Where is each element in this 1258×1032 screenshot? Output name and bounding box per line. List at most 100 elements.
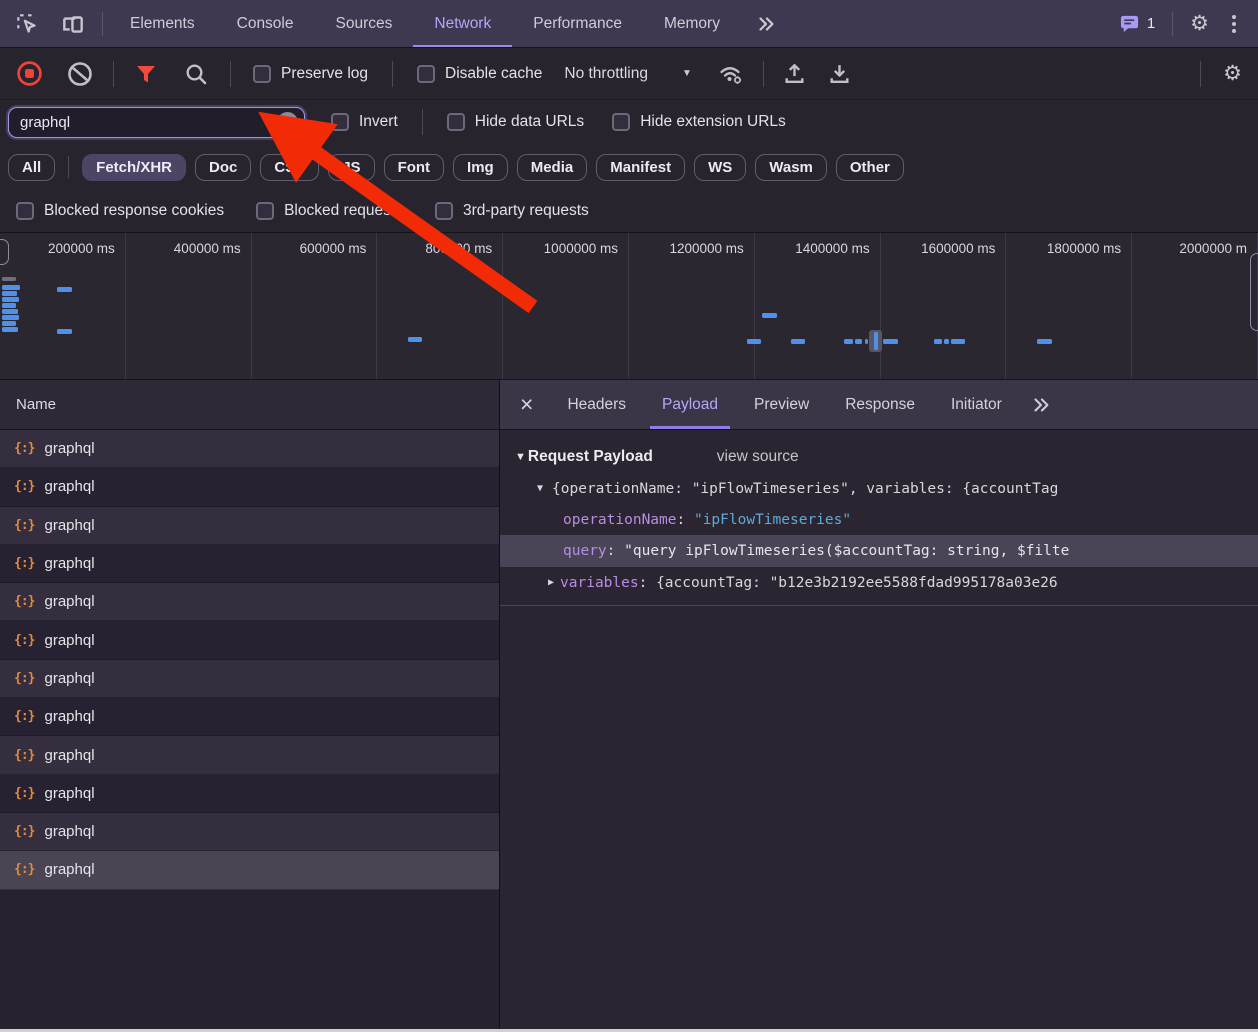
network-conditions-wifi-icon[interactable] [718,62,745,86]
request-row[interactable]: {:}graphql [0,660,499,698]
checkbox[interactable] [417,65,435,83]
request-rows: {:}graphql{:}graphql{:}graphql{:}graphql… [0,430,499,890]
payload-summary-row[interactable]: ▼ {operationName: "ipFlowTimeseries", va… [500,473,1258,504]
network-activity-bar [865,339,868,344]
detail-tab-payload[interactable]: Payload [644,380,736,429]
request-row[interactable]: {:}graphql [0,813,499,851]
hide-extension-urls-checkbox[interactable]: Hide extension URLs [612,113,786,131]
record-stop-icon[interactable] [16,60,43,87]
throttling-dropdown[interactable]: No throttling ▼ [564,65,691,83]
filter-chip-wasm[interactable]: Wasm [755,154,827,181]
detail-tab-headers[interactable]: Headers [549,380,644,429]
request-payload-section[interactable]: ▼ Request Payload view source [500,440,1258,473]
timeline-left-handle[interactable] [0,239,9,265]
more-detail-tabs-button[interactable] [1020,380,1062,429]
operation-name-row[interactable]: operationName: "ipFlowTimeseries" [500,504,1258,535]
device-toolbar-icon[interactable] [60,11,86,37]
triangle-down-icon[interactable]: ▼ [515,451,526,463]
third-party-requests-checkbox[interactable]: 3rd-party requests [435,202,589,220]
tab-network[interactable]: Network [413,0,512,47]
filter-chip-fetch-xhr[interactable]: Fetch/XHR [82,154,186,181]
filter-chip-css[interactable]: CSS [260,154,319,181]
json-request-icon: {:} [14,441,34,456]
section-title: Request Payload [528,448,653,466]
query-row-selected[interactable]: query: "query ipFlowTimeseries($accountT… [500,535,1258,567]
filter-chip-js[interactable]: JS [328,154,374,181]
tab-console[interactable]: Console [216,0,315,47]
request-row[interactable]: {:}graphql [0,583,499,621]
issues-counter[interactable]: 1 [1119,14,1155,34]
detail-tab-response[interactable]: Response [827,380,933,429]
resource-type-filters: All Fetch/XHR Doc CSS JS Font Img Media Manifest… [0,144,1258,190]
checkbox[interactable] [16,202,34,220]
inspect-element-icon[interactable] [14,11,40,37]
detail-tabs: HeadersPayloadPreviewResponseInitiator [549,380,1019,429]
tab-sources[interactable]: Sources [315,0,414,47]
funnel-filter-icon[interactable] [134,62,158,86]
clear-filter-icon[interactable]: × [277,112,298,133]
request-row[interactable]: {:}graphql [0,775,499,813]
blocked-requests-checkbox[interactable]: Blocked requests [256,202,403,220]
settings-gear-icon[interactable]: ⚙ [1190,13,1209,34]
import-har-upload-icon[interactable] [782,61,807,86]
request-name: graphql [44,785,94,802]
network-overview-timeline[interactable]: 200000 ms400000 ms600000 ms800000 ms1000… [0,232,1258,380]
detail-tab-preview[interactable]: Preview [736,380,827,429]
checkbox[interactable] [331,113,349,131]
request-row[interactable]: {:}graphql [0,468,499,506]
detail-tab-initiator[interactable]: Initiator [933,380,1020,429]
filter-chip-manifest[interactable]: Manifest [596,154,685,181]
name-column-label: Name [16,396,56,413]
request-row[interactable]: {:}graphql [0,507,499,545]
checkbox[interactable] [612,113,630,131]
triangle-right-icon[interactable]: ▶ [548,577,554,588]
name-column-header[interactable]: Name [0,380,499,430]
request-row[interactable]: {:}graphql [0,430,499,468]
filter-chip-ws[interactable]: WS [694,154,746,181]
request-row[interactable]: {:}graphql [0,621,499,659]
filter-chip-img[interactable]: Img [453,154,508,181]
checkbox[interactable] [435,202,453,220]
tab-elements[interactable]: Elements [109,0,216,47]
filter-chip-media[interactable]: Media [517,154,588,181]
request-row[interactable]: {:}graphql [0,545,499,583]
network-split-view: Name {:}graphql{:}graphql{:}graphql{:}gr… [0,380,1258,1032]
timeline-right-handle[interactable] [1250,253,1258,331]
variables-row[interactable]: ▶ variables: {accountTag: "b12e3b2192ee5… [500,567,1258,598]
checkbox[interactable] [256,202,274,220]
filter-chip-all[interactable]: All [8,154,55,181]
filter-chip-doc[interactable]: Doc [195,154,251,181]
tab-memory[interactable]: Memory [643,0,741,47]
kebab-menu-icon[interactable] [1226,13,1242,35]
filter-chip-other[interactable]: Other [836,154,904,181]
hide-data-urls-checkbox[interactable]: Hide data URLs [447,113,584,131]
clear-network-log-icon[interactable] [67,61,93,87]
network-activity-bar [2,315,19,320]
network-settings-gear-icon[interactable]: ⚙ [1223,63,1242,84]
filter-input[interactable] [8,107,305,138]
view-source-link[interactable]: view source [717,448,799,466]
invert-checkbox[interactable]: Invert [331,113,398,131]
request-name: graphql [44,555,94,572]
checkbox[interactable] [447,113,465,131]
close-details-icon[interactable]: × [500,380,549,429]
request-row[interactable]: {:}graphql [0,851,499,889]
network-activity-bar [747,339,761,344]
chevron-double-right-icon [1030,394,1052,416]
filter-chip-font[interactable]: Font [384,154,444,181]
disable-cache-checkbox[interactable]: Disable cache [417,65,542,83]
blocked-response-cookies-checkbox[interactable]: Blocked response cookies [16,202,224,220]
triangle-down-icon[interactable]: ▼ [537,483,543,494]
more-tabs-button[interactable] [741,0,791,47]
throttling-value: No throttling [564,65,648,83]
export-har-download-icon[interactable] [827,61,852,86]
json-request-icon: {:} [14,479,34,494]
preserve-log-checkbox[interactable]: Preserve log [253,65,368,83]
request-row[interactable]: {:}graphql [0,736,499,774]
request-name: graphql [44,747,94,764]
search-icon[interactable] [184,62,208,86]
tab-performance[interactable]: Performance [512,0,643,47]
request-row[interactable]: {:}graphql [0,698,499,736]
network-activity-bar [934,339,942,344]
checkbox[interactable] [253,65,271,83]
